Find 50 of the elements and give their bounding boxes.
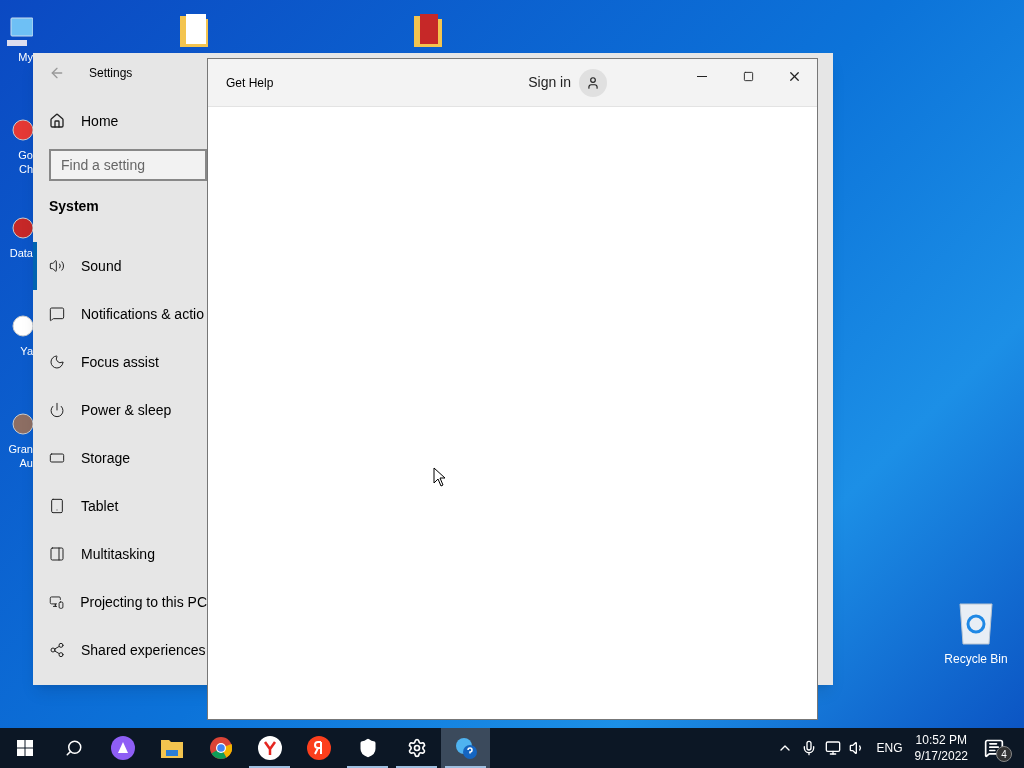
chrome-icon [209,737,232,759]
folder-icon [160,738,183,758]
gear-icon [406,738,427,758]
network-icon[interactable] [824,740,841,756]
nav-item[interactable]: Multitasking [33,530,207,578]
message-icon [49,306,65,322]
windows-icon [16,740,33,756]
icon-label: Data [9,246,33,260]
drive-icon [49,450,65,466]
speaker-icon [49,258,65,274]
section-heading: System [48,197,100,216]
language-indicator[interactable]: ENG [876,739,903,757]
notification-count: 4 [996,746,1012,762]
mouse-pointer-icon [433,467,447,487]
panels-icon [49,546,65,562]
icon-label: My [18,50,33,64]
screens-icon [49,594,65,610]
icon-label: Go [18,148,33,162]
icon-label: Ch [18,162,33,176]
window-title: Get Help [226,74,274,92]
home-icon[interactable] [49,113,65,129]
window-title: Settings [89,65,133,82]
nav-item[interactable]: Projecting to this PC [33,578,207,626]
search-icon [64,739,83,757]
share-icon [49,642,65,658]
icon-label: Recycle Bin [944,651,1008,668]
nav-item[interactable]: Storage [33,434,207,482]
nav-item[interactable]: Notifications & actio [33,290,207,338]
icon-label: Gran [8,442,33,456]
icon-label: Au [19,456,33,470]
nav-item[interactable]: Tablet [33,482,207,530]
maximize-icon [742,71,754,82]
clock[interactable]: 10:52 PM 9/17/2022 [914,732,968,764]
yandex-logo-icon [306,736,331,760]
tablet-icon [49,498,65,514]
nav-item[interactable]: Focus assist [33,338,207,386]
recycle-bin-icon[interactable] [956,600,996,646]
moon-icon [49,354,65,370]
help-bubble-icon [453,736,478,760]
avatar-icon[interactable] [579,68,607,97]
nav-item[interactable]: Shared experiences [33,626,207,674]
sign-in-button[interactable]: Sign in [528,72,571,93]
triangle-circle-icon [110,736,135,760]
power-icon [49,402,65,418]
nav-item[interactable]: Power & sleep [33,386,207,434]
search-field[interactable]: Find a setting [49,149,207,181]
y-logo-icon [257,736,282,760]
minimize-icon [697,76,707,77]
nav-link[interactable]: Home [81,110,119,132]
icon-label: Ya [20,344,33,358]
